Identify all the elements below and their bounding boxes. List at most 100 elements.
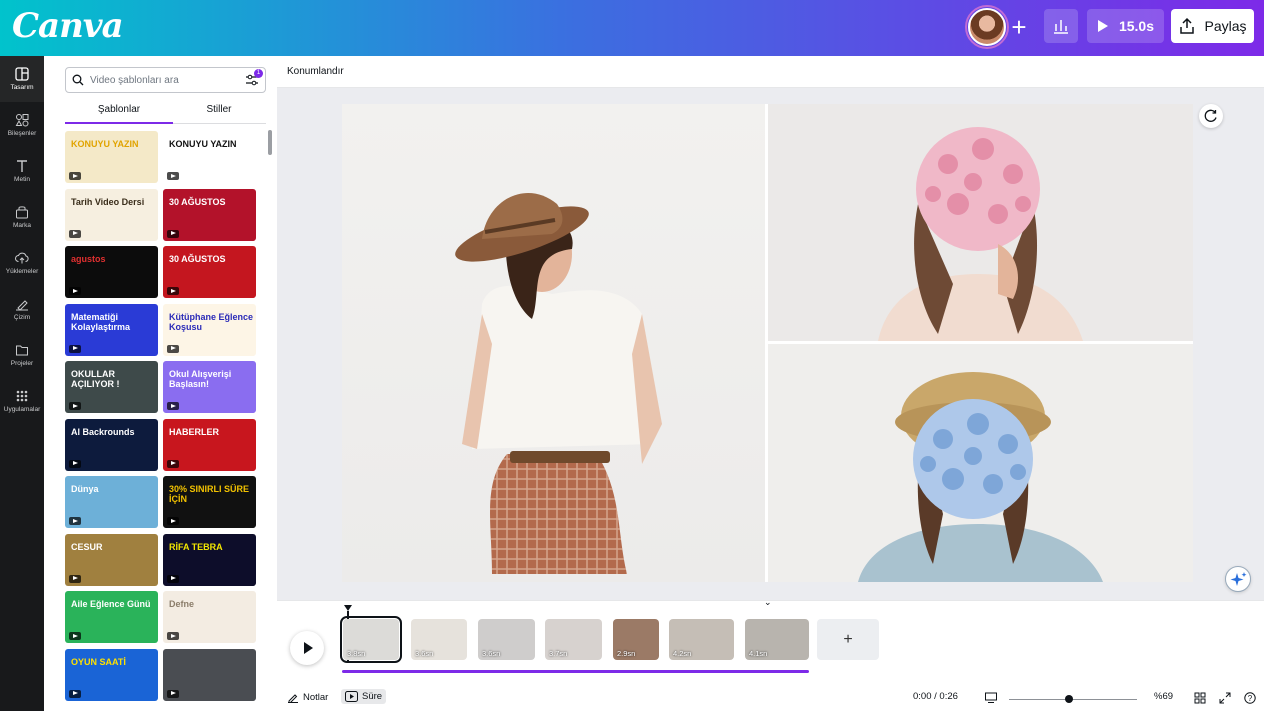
template-thumbnail[interactable]: KONUYU YAZIN [65, 131, 158, 183]
share-label: Paylaş [1204, 18, 1247, 34]
template-search[interactable]: Video şablonları ara 1 [65, 67, 266, 93]
photo-blue-flowers[interactable] [768, 344, 1193, 582]
notes-button[interactable]: Notlar [287, 691, 328, 703]
template-thumbnail[interactable]: OYUN SAATİ [65, 648, 158, 701]
template-thumbnail[interactable]: Dünya [65, 476, 158, 528]
top-header: Canva + 15.0s Paylaş [0, 0, 1264, 56]
grid-view-icon[interactable] [1194, 692, 1206, 704]
notes-label: Notlar [303, 691, 329, 703]
template-title: HABERLER [169, 426, 220, 437]
rail-item-design[interactable]: Tasarım [0, 56, 44, 102]
user-avatar[interactable] [968, 8, 1006, 46]
video-play-icon [167, 229, 179, 238]
design-page[interactable] [342, 104, 1193, 582]
template-title: 30 AĞUSTOS [169, 196, 226, 207]
template-title: OKULLAR AÇILIYOR ! [71, 369, 120, 389]
rail-item-draw[interactable]: Çizim [0, 286, 44, 332]
video-play-icon [69, 344, 81, 353]
bar-chart-icon [1054, 20, 1068, 34]
video-play-icon [167, 402, 179, 410]
play-icon [1097, 20, 1108, 32]
svg-text:?: ? [1248, 694, 1253, 703]
template-thumbnail[interactable]: 30 AĞUSTOS [163, 188, 256, 241]
timeline-clip[interactable]: 3.6sn [411, 619, 467, 660]
rail-item-uploads[interactable]: Yüklemeler [0, 240, 44, 286]
timeline-clip[interactable]: 3.7sn [545, 619, 602, 660]
duration-play-icon [345, 691, 358, 702]
template-title: KONUYU YAZIN [169, 139, 237, 149]
template-thumbnail[interactable]: OKULLAR AÇILIYOR ! [65, 361, 158, 413]
layout-icon [15, 67, 29, 81]
chevron-down-icon[interactable]: ⌄ [764, 597, 772, 608]
video-play-icon [69, 632, 81, 640]
rail-label: Çizim [13, 314, 31, 321]
timeline-clip[interactable]: 4.2sn [669, 619, 734, 660]
template-thumbnail[interactable]: agustos [65, 246, 158, 298]
video-play-icon [69, 459, 81, 468]
rail-label: Yüklemeler [5, 268, 39, 275]
photo-pink-flowers[interactable] [768, 104, 1193, 341]
clip-duration: 3.7sn [549, 649, 568, 658]
add-page-button[interactable]: + [817, 619, 879, 660]
timeline-clip[interactable]: 3.8sn [340, 616, 402, 663]
template-thumbnail[interactable]: Tarih Video Dersi [65, 188, 158, 241]
template-thumbnail[interactable]: CESUR [65, 533, 158, 586]
zoom-percentage[interactable]: %69 [1154, 691, 1173, 702]
timeline-clip[interactable]: 2.9sn [613, 619, 659, 660]
template-thumbnail[interactable]: KONUYU YAZIN [163, 131, 256, 183]
template-thumbnail[interactable]: RİFA TEBRA [163, 533, 256, 586]
canva-logo[interactable]: Canva [12, 6, 124, 46]
analytics-button[interactable] [1044, 9, 1078, 43]
template-thumbnail[interactable]: Al Backrounds [65, 418, 158, 471]
present-button[interactable]: 15.0s [1087, 9, 1164, 43]
monitor-icon[interactable] [985, 692, 997, 704]
position-button[interactable]: Konumlandır [287, 66, 344, 77]
magic-assistant-button[interactable] [1225, 566, 1251, 592]
zoom-slider-knob[interactable] [1065, 695, 1074, 703]
tab-styles[interactable]: Stiller [165, 104, 273, 115]
timeline: ⌄ 3.8sn 3.6sn 3.6sn 3.7sn 2.9sn 4.2sn 4.1sn + [277, 597, 1264, 687]
video-play-icon [167, 344, 179, 353]
template-title: Dünya [71, 484, 99, 494]
template-thumbnail[interactable]: Defne [163, 591, 256, 643]
rail-item-elements[interactable]: Bileşenler [0, 102, 44, 148]
left-rail: Tasarım Bileşenler Metin Marka Yüklemele… [0, 56, 44, 711]
duration-button[interactable]: Süre [341, 689, 387, 704]
clip-duration: 4.1sn [749, 649, 768, 658]
share-button[interactable]: Paylaş [1171, 9, 1254, 43]
timeline-clip[interactable]: 4.1sn [745, 619, 809, 660]
template-thumbnail[interactable]: Matematiği Kolaylaştırma [65, 303, 158, 356]
rail-item-projects[interactable]: Projeler [0, 332, 44, 378]
video-play-icon [167, 172, 179, 180]
folder-icon [16, 345, 28, 356]
add-people-icon[interactable]: + [1004, 12, 1034, 42]
help-icon[interactable]: ? [1244, 692, 1256, 704]
timeline-clip[interactable]: 3.6sn [478, 619, 535, 660]
rail-item-brand[interactable]: Marka [0, 194, 44, 240]
timeline-play-button[interactable] [290, 631, 324, 665]
video-play-icon [69, 402, 81, 410]
template-thumbnail[interactable]: Okul Alışverişi Başlasın! [163, 361, 256, 413]
template-title: Okul Alışverişi Başlasın! [169, 369, 232, 389]
template-title: Matematiği Kolaylaştırma [71, 311, 131, 332]
template-thumbnail[interactable]: Aile Eğlence Günü [65, 591, 158, 643]
template-thumbnail[interactable]: 30% SINIRLI SÜRE İÇİN [163, 476, 256, 528]
rail-label: Uygulamalar [3, 406, 41, 413]
present-duration: 15.0s [1118, 18, 1155, 34]
template-thumbnail[interactable]: HABERLER [163, 418, 256, 471]
template-thumbnail[interactable]: Kütüphane Eğlence Koşusu [163, 303, 256, 356]
video-play-icon [69, 517, 81, 525]
rail-item-apps[interactable]: Uygulamalar [0, 378, 44, 424]
tab-templates[interactable]: Şablonlar [65, 104, 173, 115]
editor-toolbar: Konumlandır [277, 56, 1264, 88]
template-title: 30 AĞUSTOS [169, 254, 226, 264]
template-thumbnail[interactable]: 30 AĞUSTOS [163, 246, 256, 298]
template-title: CESUR [71, 541, 103, 552]
template-thumbnail[interactable] [163, 648, 256, 701]
refresh-button[interactable] [1199, 104, 1223, 128]
photo-woman-hat[interactable] [342, 104, 765, 582]
rail-item-text[interactable]: Metin [0, 148, 44, 194]
fullscreen-icon[interactable] [1219, 692, 1231, 704]
panel-scrollbar[interactable] [268, 130, 272, 155]
zoom-slider[interactable] [1009, 699, 1137, 700]
